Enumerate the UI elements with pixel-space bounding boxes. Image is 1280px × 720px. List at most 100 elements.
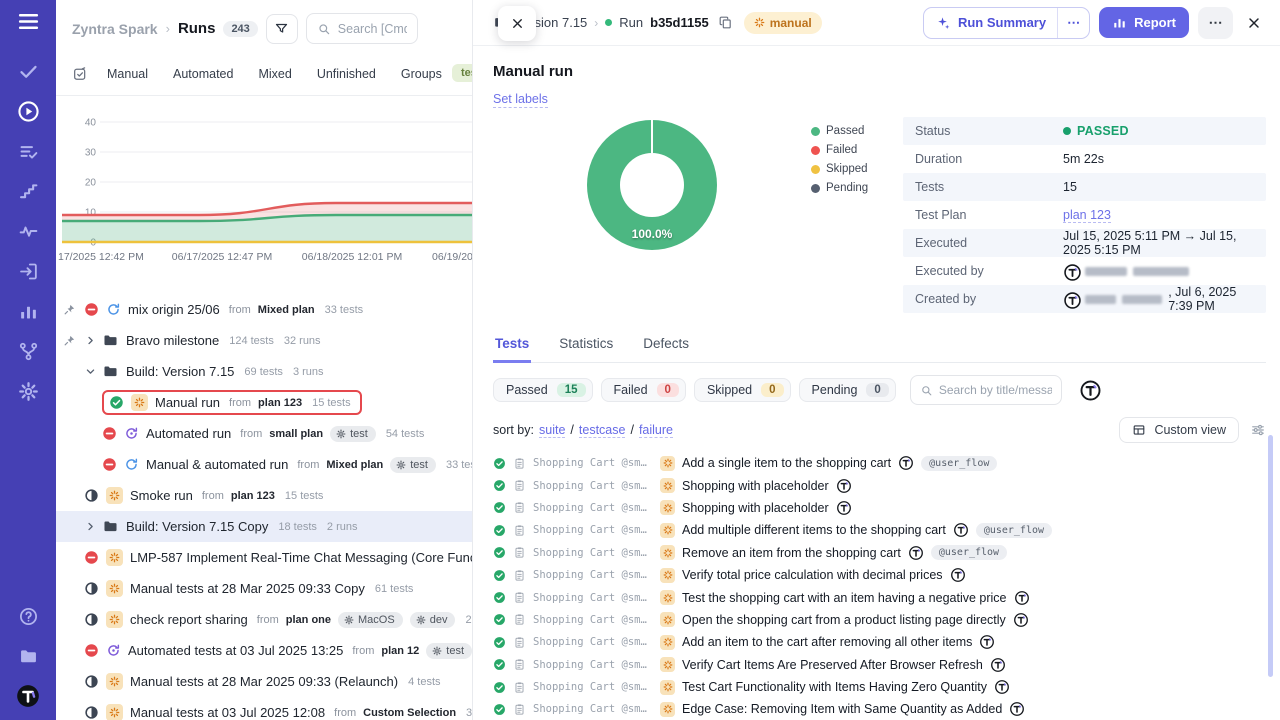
test-tag[interactable]: @user_flow <box>931 545 1007 560</box>
tree-row[interactable]: Bravo milestone124 tests32 runs <box>56 325 472 356</box>
details-label: Test Plan <box>915 208 1063 222</box>
close-details-button[interactable] <box>1242 11 1266 35</box>
chevron-right-icon[interactable] <box>84 520 97 533</box>
nav-integrations[interactable] <box>13 339 43 363</box>
sort-by-testcase[interactable]: testcase <box>579 423 626 438</box>
view-settings-icon[interactable] <box>1250 422 1266 438</box>
nav-milestones[interactable] <box>13 179 43 203</box>
passed-check-icon <box>493 681 506 694</box>
test-row[interactable]: Shopping Cart @sm…Verify Cart Items Are … <box>493 654 1266 676</box>
details-value: 5m 22s <box>1063 152 1104 166</box>
tree-row[interactable]: Manual tests at 28 Mar 2025 09:33 Copy61… <box>56 573 472 604</box>
select-runs-icon[interactable] <box>72 66 88 82</box>
plan-name[interactable]: plan 12 <box>381 645 419 657</box>
test-row[interactable]: Shopping Cart @sm…Edge Case: Removing It… <box>493 698 1266 720</box>
plan-name[interactable]: Mixed plan <box>258 304 315 316</box>
plan-name[interactable]: small plan <box>269 428 323 440</box>
runs-search-box[interactable] <box>306 13 418 44</box>
tree-row[interactable]: LMP-587 Implement Real-Time Chat Messagi… <box>56 542 472 573</box>
automated-run-icon <box>106 643 121 658</box>
manual-run-icon <box>106 549 123 566</box>
scrollbar[interactable] <box>1268 435 1273 677</box>
project-name[interactable]: Zyntra Spark <box>72 21 158 37</box>
plan-name[interactable]: plan one <box>286 614 331 626</box>
tree-row[interactable]: Manual tests at 03 Jul 2025 12:08fromCus… <box>56 697 472 720</box>
run-summary-button[interactable]: Run Summary ⋯ <box>923 7 1090 39</box>
chevron-down-icon[interactable] <box>84 365 97 378</box>
plan-name[interactable]: Mixed plan <box>326 459 383 471</box>
nav-test-cases[interactable] <box>13 59 43 83</box>
nav-inbox[interactable] <box>13 259 43 283</box>
filter-button[interactable] <box>266 14 298 44</box>
custom-view-button[interactable]: Custom view <box>1119 417 1239 443</box>
filter-failed[interactable]: Failed0 <box>601 378 686 402</box>
test-row[interactable]: Shopping Cart @sm…Verify total price cal… <box>493 564 1266 586</box>
tab-tests[interactable]: Tests <box>493 328 531 363</box>
tree-row[interactable]: check report sharingfromplan oneMacOSdev… <box>56 604 472 635</box>
tree-row[interactable]: Build: Version 7.1569 tests3 runs <box>56 356 472 387</box>
tree-row[interactable]: Smoke runfromplan 12315 tests <box>56 480 472 511</box>
test-row[interactable]: Shopping Cart @sm…Add multiple different… <box>493 519 1266 541</box>
nav-defects[interactable] <box>13 219 43 243</box>
tree-row[interactable]: Build: Version 7.15 Copy18 tests2 runs <box>56 511 472 542</box>
tests-count: 32 runs <box>284 335 321 347</box>
nav-reports[interactable] <box>13 299 43 323</box>
plan-name[interactable]: plan 123 <box>231 490 275 502</box>
more-actions-button[interactable]: ⋯ <box>1198 7 1233 39</box>
testcase-icon <box>513 569 526 582</box>
test-row[interactable]: Shopping Cart @sm…Shopping with placehol… <box>493 474 1266 496</box>
tree-row[interactable]: Automated runfromsmall plantest54 tests <box>56 418 472 449</box>
filter-pending[interactable]: Pending0 <box>799 378 896 402</box>
nav-runs[interactable] <box>13 99 43 123</box>
test-row[interactable]: Shopping Cart @sm…Shopping with placehol… <box>493 497 1266 519</box>
nav-help[interactable] <box>13 604 43 628</box>
report-button[interactable]: Report <box>1099 7 1189 38</box>
tree-row[interactable]: Automated tests at 03 Jul 2025 13:25from… <box>56 635 472 666</box>
test-row[interactable]: Shopping Cart @sm…Test the shopping cart… <box>493 586 1266 608</box>
tab-unfinished[interactable]: Unfinished <box>317 67 376 81</box>
copy-run-id-button[interactable] <box>718 15 733 30</box>
filter-passed[interactable]: Passed15 <box>493 378 593 402</box>
manual-spark-icon <box>660 500 675 515</box>
menu-icon[interactable] <box>13 9 43 33</box>
test-tag[interactable]: @user_flow <box>976 523 1052 538</box>
plan-name[interactable]: Custom Selection <box>363 707 456 719</box>
legend-dot <box>811 127 820 136</box>
left-panel-close-button[interactable] <box>498 6 536 41</box>
test-row[interactable]: Shopping Cart @sm…Add an item to the car… <box>493 631 1266 653</box>
test-row[interactable]: Shopping Cart @sm…Remove an item from th… <box>493 542 1266 564</box>
tab-mixed[interactable]: Mixed <box>258 67 291 81</box>
tab-groups[interactable]: Groups <box>401 67 442 81</box>
filter-skipped[interactable]: Skipped0 <box>694 378 791 402</box>
test-row[interactable]: Shopping Cart @sm…Add a single item to t… <box>493 452 1266 474</box>
tab-automated[interactable]: Automated <box>173 67 233 81</box>
tab-statistics[interactable]: Statistics <box>557 328 615 362</box>
tab-defects[interactable]: Defects <box>641 328 691 362</box>
test-row[interactable]: Shopping Cart @sm…Open the shopping cart… <box>493 609 1266 631</box>
nav-settings[interactable] <box>13 379 43 403</box>
tree-row[interactable]: Manual & automated runfromMixed plantest… <box>56 449 472 480</box>
plan-name[interactable]: plan 123 <box>258 397 302 409</box>
test-search-box[interactable] <box>910 375 1062 405</box>
tree-row[interactable]: Manual tests at 28 Mar 2025 09:33 (Relau… <box>56 666 472 697</box>
nav-projects[interactable] <box>13 644 43 668</box>
test-tag[interactable]: @user_flow <box>921 456 997 471</box>
sort-by-suite[interactable]: suite <box>539 423 565 438</box>
tab-manual[interactable]: Manual <box>107 67 148 81</box>
chevron-right-icon[interactable] <box>84 334 97 347</box>
user-avatar[interactable] <box>13 684 43 708</box>
tree-item-label: check report sharing <box>130 612 248 627</box>
tree-row[interactable]: mix origin 25/06fromMixed plan33 tests <box>56 294 472 325</box>
runs-search-input[interactable] <box>338 22 407 36</box>
tree-row[interactable]: Manual runfromplan 12315 tests <box>56 387 472 418</box>
nav-test-plans[interactable] <box>13 139 43 163</box>
sort-by-failure[interactable]: failure <box>639 423 673 438</box>
test-row[interactable]: Shopping Cart @sm…Test Cart Functionalit… <box>493 676 1266 698</box>
set-labels-link[interactable]: Set labels <box>493 92 548 108</box>
run-summary-more-button[interactable]: ⋯ <box>1057 8 1089 38</box>
pin-icon[interactable] <box>63 334 76 347</box>
test-search-input[interactable] <box>939 383 1052 397</box>
assignee-avatar[interactable] <box>1079 379 1102 402</box>
pin-icon[interactable] <box>63 303 76 316</box>
test-plan-link[interactable]: plan 123 <box>1063 208 1111 223</box>
